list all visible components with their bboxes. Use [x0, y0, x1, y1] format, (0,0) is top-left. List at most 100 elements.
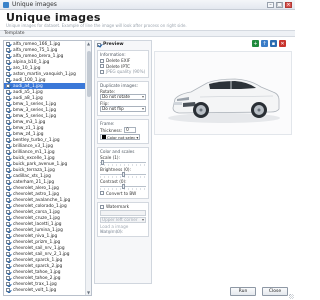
window-titlebar[interactable]: Unique images – □ ×	[0, 0, 295, 10]
close-button[interactable]: Close	[262, 287, 288, 296]
file-checkbox[interactable]	[6, 42, 10, 46]
file-name: chevrolet_sail_nrv_1.jpg	[13, 245, 65, 251]
jpeg-quality-label: JPEG quality (90%)	[106, 69, 146, 75]
scrollbar-thumb[interactable]	[87, 51, 91, 97]
flip-select[interactable]: Do not flip ▾	[100, 105, 146, 112]
file-checkbox[interactable]	[6, 66, 10, 70]
delete-iptc-checkbox[interactable]	[100, 64, 104, 69]
file-checkbox[interactable]	[6, 180, 10, 184]
file-checkbox[interactable]	[6, 204, 10, 208]
delete-exif-checkbox[interactable]	[100, 58, 104, 63]
scroll-down-arrow[interactable]: ▼	[86, 290, 91, 295]
convert-bw-option[interactable]: Convert to BW	[100, 191, 146, 197]
file-checkbox[interactable]	[6, 252, 10, 256]
preview-panel: + ↑ ▪ ✕	[154, 40, 292, 284]
file-checkbox[interactable]	[6, 192, 10, 196]
file-checkbox[interactable]	[6, 240, 10, 244]
file-name: bmw_1_series_1.jpg	[13, 101, 57, 107]
file-checkbox[interactable]	[6, 210, 10, 214]
file-checkbox[interactable]	[6, 222, 10, 226]
file-checkbox[interactable]	[6, 264, 10, 268]
watermark-text-field[interactable]	[100, 209, 146, 216]
preview-toggle[interactable]: Preview	[95, 41, 151, 48]
file-checkbox[interactable]	[6, 174, 10, 178]
file-checkbox[interactable]	[6, 108, 10, 112]
convert-bw-checkbox[interactable]	[100, 191, 104, 196]
file-checkbox[interactable]	[6, 102, 10, 106]
save-icon[interactable]: ▪	[270, 40, 277, 47]
convert-bw-label: Convert to BW	[106, 190, 137, 196]
contrast-slider[interactable]	[100, 184, 146, 190]
file-checkbox[interactable]	[6, 162, 10, 166]
file-checkbox[interactable]	[6, 96, 10, 100]
file-checkbox[interactable]	[6, 72, 10, 76]
file-checkbox[interactable]	[6, 60, 10, 64]
file-checkbox[interactable]	[6, 138, 10, 142]
file-checkbox[interactable]	[6, 120, 10, 124]
minimize-button[interactable]: –	[267, 1, 274, 8]
file-checkbox[interactable]	[6, 282, 10, 286]
file-checkbox[interactable]	[6, 132, 10, 136]
thickness-stepper[interactable]: 0	[124, 127, 137, 133]
preview-toolbar: + ↑ ▪ ✕	[252, 40, 286, 47]
file-checkbox[interactable]	[6, 276, 10, 280]
flip-value: Do not flip	[102, 106, 124, 111]
file-name: audi_100_1.jpg	[13, 77, 46, 83]
watermark-position-select[interactable]: Upper left corner ▾	[100, 216, 146, 223]
file-checkbox[interactable]	[6, 270, 10, 274]
maximize-button[interactable]: □	[276, 1, 283, 8]
brightness-slider[interactable]	[100, 172, 146, 178]
file-checkbox[interactable]	[6, 228, 10, 232]
file-checkbox[interactable]	[6, 126, 10, 130]
file-checkbox[interactable]	[6, 258, 10, 262]
scale-slider[interactable]	[100, 160, 146, 166]
run-button[interactable]: Run	[230, 287, 256, 296]
frame-color-button[interactable]: Color not selec ▾	[100, 134, 141, 140]
contrast-slider-knob[interactable]	[121, 184, 125, 189]
file-name: chevrolet_corsa_1.jpg	[13, 209, 60, 215]
preview-checkbox[interactable]	[97, 42, 101, 47]
list-item[interactable]: chevrolet_volt_1.jpg	[4, 287, 86, 293]
rotate-select[interactable]: Do not rotate ▾	[100, 93, 146, 100]
resize-grip[interactable]	[289, 294, 294, 299]
file-checkbox[interactable]	[6, 168, 10, 172]
jpeg-quality-option[interactable]: JPEG quality (90%)	[100, 69, 146, 75]
delete-icon[interactable]: ✕	[279, 40, 286, 47]
file-checkbox[interactable]	[6, 216, 10, 220]
scale-slider-knob[interactable]	[100, 160, 104, 165]
file-checkbox[interactable]	[6, 198, 10, 202]
file-checkbox[interactable]	[6, 84, 10, 88]
file-list-panel[interactable]: alfa_romeo_166_1.jpg alfa_romeo_75_1.jpg a…	[3, 40, 92, 296]
list-item[interactable]: aston_martin_vanquish_1.jpg	[4, 71, 86, 77]
file-checkbox[interactable]	[6, 48, 10, 52]
file-list-scrollbar[interactable]: ▲ ▼	[85, 41, 91, 295]
file-checkbox[interactable]	[6, 156, 10, 160]
file-checkbox[interactable]	[6, 54, 10, 58]
close-window-button[interactable]: ×	[285, 1, 292, 8]
file-checkbox[interactable]	[6, 90, 10, 94]
add-icon[interactable]: +	[252, 40, 259, 47]
file-list[interactable]: alfa_romeo_166_1.jpg alfa_romeo_75_1.jpg a…	[4, 41, 86, 293]
jpeg-quality-checkbox[interactable]	[100, 69, 104, 74]
scroll-up-arrow[interactable]: ▲	[86, 41, 91, 46]
file-checkbox[interactable]	[6, 246, 10, 250]
file-checkbox[interactable]	[6, 78, 10, 82]
file-checkbox[interactable]	[6, 234, 10, 238]
brightness-slider-knob[interactable]	[121, 172, 125, 177]
frame-color-label: Color not selec	[107, 134, 136, 140]
frame-title: Frame:	[100, 120, 115, 126]
file-checkbox[interactable]	[6, 150, 10, 154]
move-up-icon[interactable]: ↑	[261, 40, 268, 47]
template-bar[interactable]: Template	[0, 30, 295, 37]
delete-iptc-label: Delete IPTC	[106, 63, 131, 69]
file-name: chevrolet_colorado_1.jpg	[13, 203, 67, 209]
information-group: Information: Delete EXIF Delete IPTC JPE…	[97, 50, 149, 78]
file-name: alpina_b10_1.jpg	[13, 59, 50, 65]
file-checkbox[interactable]	[6, 186, 10, 190]
file-checkbox[interactable]	[6, 114, 10, 118]
file-checkbox[interactable]	[6, 144, 10, 148]
frame-group: Frame: Thickness: 0 Color not selec ▾	[97, 118, 149, 144]
file-name: chevrolet_tahoe_2.jpg	[13, 275, 61, 281]
watermark-checkbox[interactable]	[100, 204, 104, 209]
file-checkbox[interactable]	[6, 288, 10, 292]
